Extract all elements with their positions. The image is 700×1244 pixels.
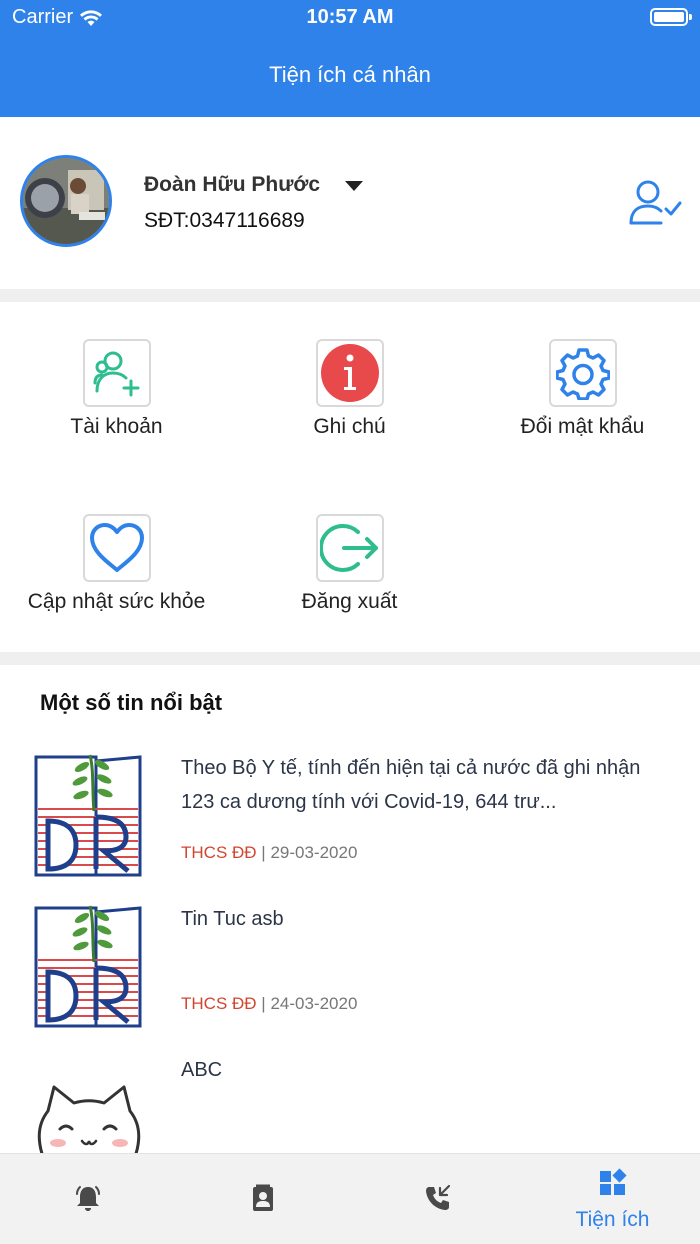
user-check-icon[interactable] [628, 179, 682, 225]
tab-notifications[interactable] [0, 1154, 175, 1244]
news-item[interactable]: Tin Tuc asb THCS ĐĐ | 24-03-2020 [0, 902, 700, 1052]
logout-icon [320, 524, 378, 572]
news-date: 24-03-2020 [270, 994, 358, 1013]
battery-icon [650, 8, 692, 26]
tab-bar: Tiện ích [0, 1153, 700, 1244]
contacts-icon [253, 1184, 273, 1211]
profile-name: Đoàn Hữu Phước [144, 173, 321, 196]
phone-icon [426, 1184, 451, 1210]
tab-label: Tiện ích [575, 1208, 650, 1231]
profile-phone: SĐT:0347116689 [144, 209, 305, 232]
news-meta: THCS ĐĐ | 24-03-2020 [181, 994, 357, 1014]
news-section: Một số tin nổi bật Theo Bộ Y tế, tính đế… [0, 665, 700, 1153]
school-logo-image [34, 902, 144, 1028]
news-source: THCS ĐĐ [181, 994, 257, 1013]
menu-icon-box [316, 514, 384, 582]
menu-icon-box [316, 339, 384, 407]
header: Carrier 10:57 AM Tiện ích cá nhân [0, 0, 700, 117]
menu-label: Đổi mật khẩu [520, 415, 645, 438]
info-icon [321, 344, 379, 402]
news-separator: | [261, 843, 266, 862]
menu-item-account[interactable]: Tài khoản [0, 302, 233, 462]
menu-label: Ghi chú [313, 415, 386, 438]
tab-utilities[interactable]: Tiện ích [525, 1154, 700, 1244]
tab-contacts[interactable] [175, 1154, 350, 1244]
menu-item-health-update[interactable]: Cập nhật sức khỏe [0, 477, 233, 637]
news-title: Tin Tuc asb [181, 908, 284, 930]
news-separator: | [261, 994, 266, 1013]
status-time: 10:57 AM [306, 6, 394, 28]
menu-label: Cập nhật sức khỏe [27, 590, 206, 613]
menu-icon-box [83, 514, 151, 582]
menu-icon-box [549, 339, 617, 407]
profile-card: Đoàn Hữu Phước SĐT:0347116689 [0, 117, 700, 289]
avatar[interactable] [20, 155, 112, 247]
bell-icon [76, 1186, 100, 1211]
widgets-icon [600, 1168, 627, 1195]
status-bar: Carrier 10:57 AM [0, 0, 700, 36]
caret-down-icon[interactable] [345, 181, 363, 191]
page-title: Tiện ích cá nhân [269, 62, 431, 87]
menu-label: Tài khoản [70, 415, 163, 438]
news-title: ABC [181, 1059, 223, 1081]
menu-item-change-password[interactable]: Đổi mật khẩu [466, 302, 699, 462]
news-title: Theo Bộ Y tế, tính đến hiện tại cả nước … [181, 757, 641, 813]
news-heading: Một số tin nổi bật [40, 690, 223, 715]
menu-label: Đăng xuất [301, 590, 398, 613]
heart-icon [90, 523, 144, 572]
news-item[interactable]: ABC [0, 1053, 700, 1153]
utility-menu: Tài khoản Ghi chú Đổi mật khẩu Cập nhật … [0, 302, 700, 652]
school-logo-image [34, 751, 144, 877]
cat-sticker-image [37, 1085, 141, 1153]
news-meta: THCS ĐĐ | 29-03-2020 [181, 843, 357, 863]
news-item[interactable]: Theo Bộ Y tế, tính đến hiện tại cả nước … [0, 751, 700, 901]
gear-icon [556, 348, 610, 400]
menu-icon-box [83, 339, 151, 407]
tab-calls[interactable] [350, 1154, 525, 1244]
add-user-icon [93, 351, 140, 397]
news-date: 29-03-2020 [270, 843, 358, 862]
news-source: THCS ĐĐ [181, 843, 257, 862]
menu-item-notes[interactable]: Ghi chú [233, 302, 466, 462]
menu-item-logout[interactable]: Đăng xuất [233, 477, 466, 637]
